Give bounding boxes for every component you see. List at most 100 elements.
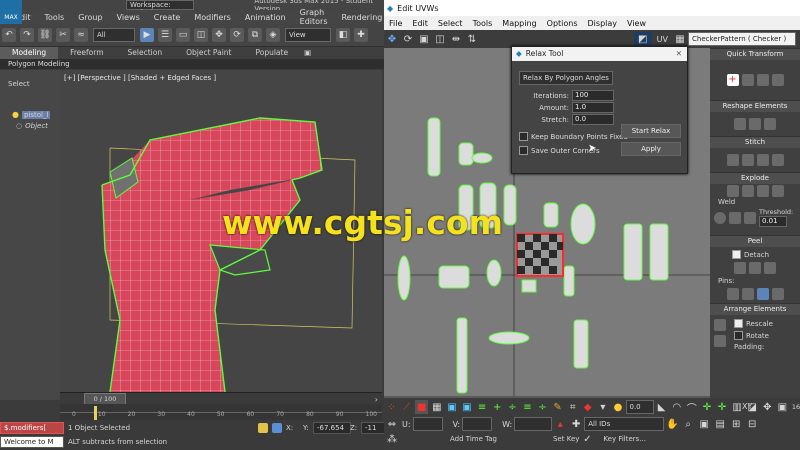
straighten-selection-icon[interactable]: [734, 118, 746, 130]
checker-pattern-combo[interactable]: CheckerPattern ( Checker ): [688, 32, 796, 46]
max-logo-icon[interactable]: MAX: [0, 0, 22, 24]
absolute-offset-icon[interactable]: ⇔: [385, 417, 399, 431]
zoom-extents-icon[interactable]: ▣: [697, 417, 711, 431]
pan-icon[interactable]: ✥: [761, 400, 774, 414]
tab-modeling[interactable]: Modeling: [0, 47, 59, 59]
detach-edge-icon[interactable]: [741, 185, 754, 197]
rotate-checkbox[interactable]: [734, 331, 743, 340]
redo-icon[interactable]: ↷: [20, 28, 34, 42]
window-crossing-icon[interactable]: ◫: [194, 28, 208, 42]
rotate90-icon[interactable]: [756, 74, 769, 86]
unpin-icon[interactable]: [741, 288, 754, 300]
stitch-header[interactable]: Stitch: [710, 136, 800, 148]
scene-item[interactable]: ○ Object: [0, 122, 60, 130]
pack-custom-icon[interactable]: [714, 335, 726, 347]
paint-select-icon[interactable]: ÷: [536, 400, 549, 414]
start-relax-button[interactable]: Start Relax: [621, 124, 681, 138]
tab-selection[interactable]: Selection: [116, 47, 175, 59]
save-corners-checkbox[interactable]: [519, 146, 528, 155]
coord-z-field[interactable]: -11: [361, 422, 385, 434]
link-icon[interactable]: ⛓: [38, 28, 52, 42]
lock-icon[interactable]: ▴: [553, 417, 567, 431]
break-icon[interactable]: [726, 185, 739, 197]
move-icon[interactable]: ✥: [212, 28, 226, 42]
edge-distance-icon[interactable]: ◣: [655, 400, 668, 414]
soft-select-toggle-icon[interactable]: ●: [611, 400, 624, 414]
pin-icon[interactable]: [726, 288, 739, 300]
coord-y-field[interactable]: -67.654: [313, 422, 351, 434]
keep-boundary-checkbox[interactable]: [519, 132, 528, 141]
add-time-tag[interactable]: Add Time Tag: [450, 435, 497, 443]
quick-transform-pivot-icon[interactable]: +: [726, 74, 739, 86]
flatten-icon[interactable]: [756, 185, 769, 197]
stitch-avg-icon[interactable]: [741, 154, 754, 166]
pin-bottom-icon[interactable]: ✚: [569, 417, 583, 431]
menu-animation[interactable]: Animation: [238, 13, 293, 22]
ring-minus-icon[interactable]: ÷: [506, 400, 519, 414]
scene-select-label[interactable]: Select: [0, 70, 60, 88]
edge-mode-icon[interactable]: ⟋: [400, 400, 413, 414]
menu-create[interactable]: Create: [147, 13, 188, 22]
vertex-mode-icon[interactable]: ⁘: [385, 400, 398, 414]
uv-channel-icon[interactable]: ◩: [633, 32, 652, 46]
threshold-field[interactable]: 0.01: [759, 216, 787, 227]
uv-show-map-icon[interactable]: ▦: [673, 32, 687, 46]
uv-menu-view[interactable]: View: [622, 19, 651, 28]
xy-label[interactable]: XY: [742, 402, 752, 411]
falloff-field[interactable]: 0.0: [625, 400, 655, 414]
weld-all-icon[interactable]: [744, 211, 756, 224]
w-field[interactable]: [514, 417, 553, 431]
maxscript-listener[interactable]: Welcome to M: [0, 436, 64, 448]
anim-icon[interactable]: ⁂: [385, 432, 399, 446]
rotate-icon[interactable]: ⟳: [230, 28, 244, 42]
grid-snap-icon[interactable]: ⊞: [729, 417, 743, 431]
select-object-icon[interactable]: ▶: [140, 28, 154, 42]
explode-header[interactable]: Explode: [710, 172, 800, 184]
set-key[interactable]: Set Key: [553, 435, 579, 443]
amount-field[interactable]: 1.0: [572, 102, 614, 113]
selection-filter-combo[interactable]: All: [93, 28, 135, 42]
u-field[interactable]: [412, 417, 443, 431]
uv-menu-display[interactable]: Display: [583, 19, 623, 28]
pack-normalize-icon[interactable]: [714, 319, 726, 331]
hand-icon[interactable]: ✋: [665, 417, 679, 431]
straighten-icon[interactable]: [771, 74, 784, 86]
element-select-icon[interactable]: ✛: [700, 400, 713, 414]
uv-menu-tools[interactable]: Tools: [468, 19, 498, 28]
ids-combo[interactable]: All IDs: [584, 417, 665, 431]
menu-group[interactable]: Group: [71, 13, 109, 22]
v-field[interactable]: [462, 417, 493, 431]
uv-menu-options[interactable]: Options: [542, 19, 583, 28]
loop-icon[interactable]: ≡: [476, 400, 489, 414]
select-pins-icon[interactable]: [771, 288, 784, 300]
stitch-custom-icon[interactable]: [771, 154, 784, 166]
rescale-checkbox[interactable]: [734, 319, 743, 328]
falloff-type-icon[interactable]: ◠: [670, 400, 683, 414]
ribbon-sub-label[interactable]: Polygon Modeling: [0, 60, 70, 68]
tab-populate[interactable]: Populate: [243, 47, 300, 59]
uv-menu-edit[interactable]: Edit: [407, 19, 433, 28]
uv-menu-mapping[interactable]: Mapping: [497, 19, 541, 28]
lock-uv-icon[interactable]: ⌒: [685, 400, 698, 415]
pelt-map-icon[interactable]: [749, 262, 761, 274]
select-by-icon[interactable]: ⌗: [566, 400, 579, 414]
stretch-field[interactable]: 0.0: [572, 114, 614, 125]
select-by-name-icon[interactable]: ☰: [158, 28, 172, 42]
align-icon[interactable]: [741, 74, 754, 86]
uv-move-icon[interactable]: ✥: [385, 32, 399, 46]
close-icon[interactable]: ✕: [676, 47, 682, 61]
explode-icon[interactable]: [771, 185, 784, 197]
menu-rendering[interactable]: Rendering: [334, 13, 389, 22]
uv-label[interactable]: UV: [657, 35, 668, 44]
reshape-header[interactable]: Reshape Elements: [710, 100, 800, 112]
select-manipulate-icon[interactable]: ✚: [354, 28, 368, 42]
uv-rotate-icon[interactable]: ⟳: [401, 32, 415, 46]
pivot-icon[interactable]: ◧: [336, 28, 350, 42]
stitch-target-icon[interactable]: [756, 154, 769, 166]
vertex-snap-icon[interactable]: ⊟: [745, 417, 759, 431]
relax-icon[interactable]: [749, 118, 761, 130]
select-inverted-icon[interactable]: ✛: [715, 400, 728, 414]
element-mode-icon[interactable]: ▦: [430, 400, 443, 414]
zoom-region-icon[interactable]: ▣: [776, 400, 789, 414]
uv-freeform-icon[interactable]: ◫: [433, 32, 447, 46]
